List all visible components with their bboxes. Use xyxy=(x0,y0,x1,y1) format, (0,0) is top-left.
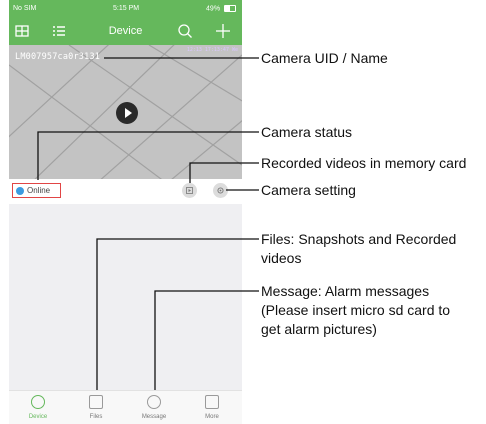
annotation-setting: Camera setting xyxy=(261,182,356,198)
add-device-icon[interactable] xyxy=(215,23,231,39)
tab-label: Message xyxy=(141,414,167,420)
search-icon[interactable] xyxy=(177,23,193,39)
status-bar: No SIM 5:15 PM 49% xyxy=(9,0,242,17)
tab-label: More xyxy=(205,414,219,420)
device-list-area xyxy=(9,204,242,390)
annotation-message-line3: get alarm pictures) xyxy=(261,321,377,337)
annotation-recorded: Recorded videos in memory card xyxy=(261,155,467,171)
tab-label: Files xyxy=(89,414,103,420)
camera-status-badge: Online xyxy=(12,183,61,198)
page-title: Device xyxy=(108,25,143,37)
clock-label: 5:15 PM xyxy=(113,5,140,12)
battery-icon xyxy=(224,5,236,12)
tab-device[interactable]: Device xyxy=(16,395,60,420)
play-video-icon xyxy=(186,187,193,194)
phone-screen: No SIM 5:15 PM 49% Device LM007957ca0r31… xyxy=(9,0,242,424)
tab-label: Device xyxy=(28,414,48,420)
annotation-files-line1: Files: Snapshots and Recorded xyxy=(261,231,457,247)
recorded-videos-button[interactable] xyxy=(182,183,197,198)
tab-files[interactable]: Files xyxy=(74,395,118,420)
online-status-label: Online xyxy=(27,186,51,195)
device-icon xyxy=(31,395,45,409)
annotation-uid: Camera UID / Name xyxy=(261,50,388,66)
annotation-message-line2: (Please insert micro sd card to xyxy=(261,302,451,318)
nav-bar: Device xyxy=(9,17,242,45)
tab-bar: Device Files Message More xyxy=(9,390,242,424)
play-icon[interactable] xyxy=(116,102,138,124)
more-icon xyxy=(205,395,219,409)
camera-setting-button[interactable] xyxy=(213,183,228,198)
battery-label: 49% xyxy=(206,5,221,13)
camera-preview[interactable]: LM007957ca0r3131 12:13 17:13:47 We xyxy=(9,45,242,179)
battery-indicator: 49% xyxy=(206,5,236,12)
annotation-files-line2: videos xyxy=(261,250,302,266)
annotation-message-line1: Message: Alarm messages xyxy=(261,283,430,299)
image-icon xyxy=(89,395,103,409)
annotation-status: Camera status xyxy=(261,124,353,140)
online-status-icon xyxy=(16,187,24,195)
osd-timestamp: 12:13 17:13:47 We xyxy=(186,47,238,53)
tab-more[interactable]: More xyxy=(190,395,234,420)
carrier-label: No SIM xyxy=(13,5,37,12)
camera-uid-label: LM007957ca0r3131 xyxy=(15,52,101,62)
gear-icon xyxy=(217,187,224,194)
camera-status-row: Online xyxy=(9,179,242,204)
tab-message[interactable]: Message xyxy=(132,395,176,420)
chat-bubble-icon xyxy=(147,395,161,409)
